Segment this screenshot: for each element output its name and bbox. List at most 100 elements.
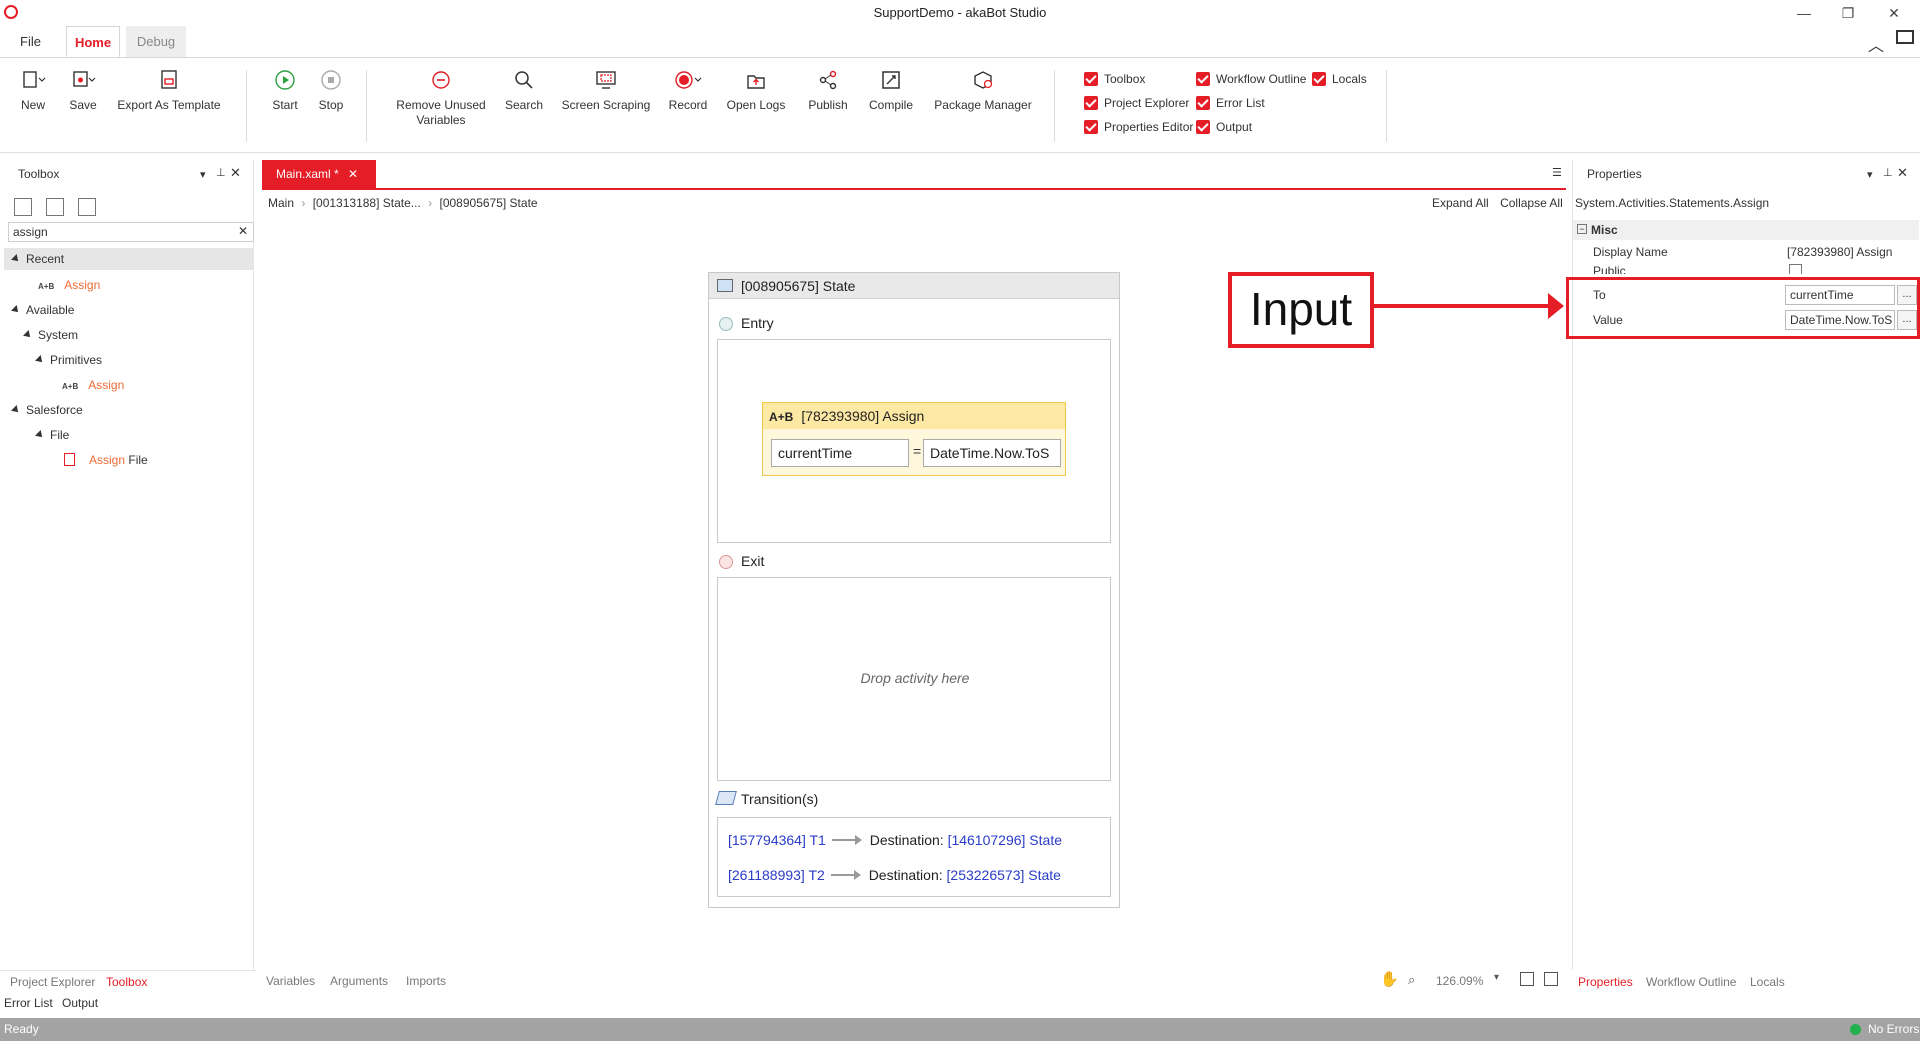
tab-main-xaml[interactable]: Main.xaml * ✕: [262, 160, 376, 188]
assign-title: [782393980] Assign: [801, 408, 925, 424]
tab-variables[interactable]: Variables: [266, 974, 315, 988]
pin-icon[interactable]: ⊥: [216, 166, 226, 179]
screen-scraping-button[interactable]: Screen Scraping: [560, 68, 652, 113]
clear-search-icon[interactable]: ✕: [238, 224, 248, 238]
tree-node-system[interactable]: System: [4, 324, 254, 346]
save-button[interactable]: Save: [64, 68, 102, 113]
error-list-toggle[interactable]: Error List: [1196, 96, 1265, 114]
expand-all-link[interactable]: Expand All: [1432, 196, 1489, 210]
public-checkbox[interactable]: [1789, 264, 1802, 274]
tree-node-salesforce[interactable]: Salesforce: [4, 399, 254, 421]
close-button[interactable]: ✕: [1876, 2, 1912, 24]
zoom-level[interactable]: 126.09%: [1436, 974, 1483, 988]
overview-map-icon[interactable]: [1544, 972, 1558, 986]
new-button[interactable]: New: [14, 68, 52, 113]
start-button[interactable]: Start: [270, 68, 300, 113]
tab-project-explorer[interactable]: Project Explorer: [10, 975, 95, 989]
tab-home[interactable]: Home: [66, 26, 120, 58]
tab-toolbox[interactable]: Toolbox: [106, 975, 147, 989]
search-button[interactable]: Search: [502, 68, 546, 113]
locals-toggle[interactable]: Locals: [1312, 72, 1367, 90]
category-misc[interactable]: − Misc: [1573, 220, 1919, 240]
restore-button[interactable]: ❐: [1830, 2, 1866, 24]
document-menu-icon[interactable]: ☰: [1552, 166, 1562, 179]
collapse-all-icon[interactable]: [46, 198, 64, 216]
package-manager-button[interactable]: Package Manager: [932, 68, 1034, 113]
expand-all-icon[interactable]: [14, 198, 32, 216]
close-icon[interactable]: ✕: [1897, 165, 1908, 181]
toolbox-toggle[interactable]: Toolbox: [1084, 72, 1145, 90]
property-public[interactable]: Public: [1573, 260, 1920, 274]
tab-error-list[interactable]: Error List: [4, 996, 53, 1010]
destination-link[interactable]: [146107296] State: [948, 832, 1062, 848]
collapse-ribbon-icon[interactable]: ︿: [1868, 32, 1884, 56]
feedback-icon[interactable]: [1896, 30, 1914, 44]
transition-name[interactable]: [261188993] T2: [728, 867, 825, 883]
open-logs-button[interactable]: Open Logs: [724, 68, 788, 113]
title-bar: SupportDemo - akaBot Studio — ❐ ✕: [0, 0, 1920, 26]
assign-activity-header[interactable]: A+B [782393980] Assign: [763, 403, 1065, 429]
breadcrumb-state-current[interactable]: [008905675] State: [439, 196, 537, 210]
exit-label: Exit: [741, 553, 765, 569]
publish-button[interactable]: Publish: [804, 68, 852, 113]
pan-hand-icon[interactable]: ✋: [1380, 970, 1399, 988]
tab-file[interactable]: File: [8, 26, 53, 58]
pin-icon[interactable]: ⊥: [1883, 166, 1893, 179]
stop-button[interactable]: Stop: [316, 68, 346, 113]
compile-button[interactable]: Compile: [866, 68, 916, 113]
breadcrumb-separator: ›: [301, 196, 306, 210]
panel-menu-icon[interactable]: ▾: [200, 168, 206, 181]
zoom-icon[interactable]: ⌕: [1408, 972, 1415, 988]
export-as-template-button[interactable]: Export As Template: [114, 68, 224, 113]
assign-activity[interactable]: A+B [782393980] Assign currentTime = Date…: [762, 402, 1066, 476]
tree-node-primitives[interactable]: Primitives: [4, 349, 254, 371]
close-tab-icon[interactable]: ✕: [348, 160, 358, 188]
tab-locals[interactable]: Locals: [1750, 975, 1785, 989]
collapse-category-icon[interactable]: −: [1577, 224, 1587, 234]
output-toggle[interactable]: Output: [1196, 120, 1252, 138]
tree-label: System: [38, 328, 79, 342]
list-view-icon[interactable]: [78, 198, 96, 216]
fit-to-screen-icon[interactable]: [1520, 972, 1534, 986]
minimize-button[interactable]: —: [1786, 2, 1822, 24]
entry-drop-area[interactable]: A+B [782393980] Assign currentTime = Date…: [717, 339, 1111, 543]
tab-debug[interactable]: Debug: [126, 26, 186, 58]
destination-link[interactable]: [253226573] State: [947, 867, 1061, 883]
collapse-all-link[interactable]: Collapse All: [1500, 196, 1563, 210]
property-label: Public: [1593, 264, 1626, 274]
breadcrumb-state-parent[interactable]: [001313188] State...: [313, 196, 421, 210]
properties-editor-toggle[interactable]: Properties Editor: [1084, 120, 1193, 138]
expanded-arrow-icon: [11, 305, 21, 315]
project-explorer-toggle[interactable]: Project Explorer: [1084, 96, 1189, 114]
remove-unused-variables-button[interactable]: Remove Unused Variables: [392, 68, 490, 128]
record-button[interactable]: Record: [664, 68, 712, 113]
exit-drop-area[interactable]: Drop activity here: [717, 577, 1111, 781]
tab-properties[interactable]: Properties: [1578, 975, 1633, 989]
transition-row[interactable]: [261188993] T2 Destination: [253226573] …: [728, 867, 1061, 883]
tab-workflow-outline[interactable]: Workflow Outline: [1646, 975, 1736, 989]
state-title[interactable]: [008905675] State: [709, 273, 1119, 299]
tree-item-assign-recent[interactable]: A+B Assign: [4, 274, 254, 296]
remove-icon: [432, 71, 450, 89]
assign-value-field[interactable]: DateTime.Now.ToS: [923, 439, 1061, 467]
assign-to-field[interactable]: currentTime: [771, 439, 909, 467]
state-activity[interactable]: [008905675] State Entry A+B [782393980] A…: [708, 272, 1120, 908]
state-icon: [717, 279, 733, 292]
panel-menu-icon[interactable]: ▾: [1867, 168, 1873, 181]
tab-imports[interactable]: Imports: [406, 974, 446, 988]
transition-name[interactable]: [157794364] T1: [728, 832, 826, 848]
toolbox-search-input[interactable]: assign: [8, 222, 254, 242]
close-icon[interactable]: ✕: [230, 165, 241, 181]
breadcrumb-main[interactable]: Main: [268, 196, 294, 210]
tab-output[interactable]: Output: [62, 996, 98, 1010]
exit-icon: [719, 555, 733, 569]
zoom-dropdown-icon[interactable]: ▾: [1494, 972, 1499, 983]
tree-item-assign-file[interactable]: Assign File: [4, 449, 254, 471]
tree-node-file[interactable]: File: [4, 424, 254, 446]
tree-node-available[interactable]: Available: [4, 299, 254, 321]
tree-node-recent[interactable]: Recent: [4, 248, 254, 270]
tab-arguments[interactable]: Arguments: [330, 974, 388, 988]
tree-item-assign[interactable]: A+B Assign: [4, 374, 254, 396]
transition-row[interactable]: [157794364] T1 Destination: [146107296] …: [728, 832, 1062, 848]
workflow-outline-toggle[interactable]: Workflow Outline: [1196, 72, 1306, 90]
